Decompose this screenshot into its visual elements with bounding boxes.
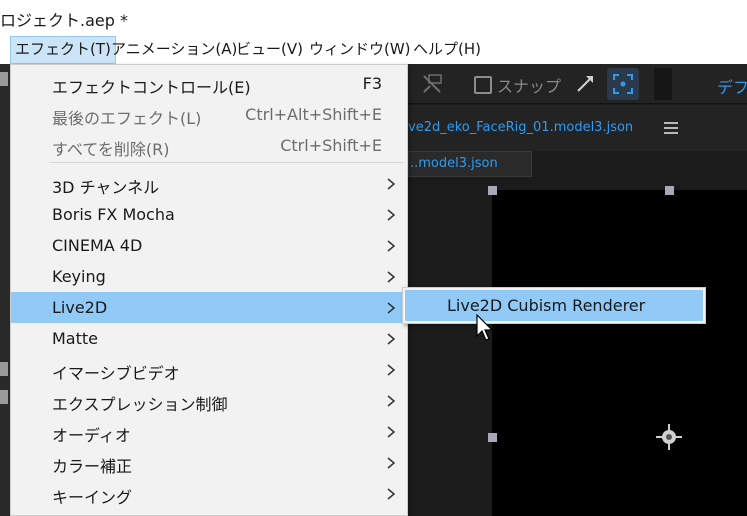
menu-item-boris-fx-mocha[interactable]: Boris FX Mocha <box>11 199 407 230</box>
menu-item-keying-jp[interactable]: キーイング <box>11 478 407 509</box>
chevron-right-icon <box>387 333 396 345</box>
submenu-item-label: Live2D Cubism Renderer <box>447 296 646 315</box>
menu-item-shortcut: Ctrl+Shift+E <box>280 136 382 155</box>
menu-item-last-effect[interactable]: 最後のエフェクト(L) Ctrl+Alt+Shift+E <box>11 99 407 130</box>
hamburger-menu-icon[interactable] <box>664 122 678 134</box>
menu-item-label: エクスプレッション制御 <box>52 395 228 414</box>
snap-label: スナップ <box>497 77 562 96</box>
chevron-right-icon <box>387 209 396 221</box>
layer-handle-top-left[interactable] <box>488 186 497 195</box>
left-edge-marker <box>0 72 8 86</box>
live2d-submenu: Live2D Cubism Renderer <box>402 287 706 324</box>
menu-effect[interactable]: エフェクト(T) <box>10 36 116 64</box>
effect-menu-dropdown: エフェクトコントロール(E) F3 最後のエフェクト(L) Ctrl+Alt+S… <box>10 64 408 516</box>
menu-bar: エフェクト(T) アニメーション(A) ビュー(V) ウィンドウ(W) ヘルプ(… <box>0 36 747 64</box>
snap-features-button[interactable] <box>607 68 639 100</box>
menu-item-label: Live2D <box>52 298 108 317</box>
layer-handle-top-middle[interactable] <box>665 186 674 195</box>
menu-item-shortcut: Ctrl+Alt+Shift+E <box>245 105 382 124</box>
menu-item-keying[interactable]: Keying <box>11 261 407 292</box>
composition-viewer[interactable] <box>492 190 747 516</box>
menu-item-color-correction[interactable]: カラー補正 <box>11 447 407 478</box>
menu-item-label: エフェクトコントロール(E) <box>52 78 251 97</box>
title-bar: ロジェクト.aep * <box>0 0 747 36</box>
snap-edge-icon[interactable] <box>575 72 597 94</box>
menu-help[interactable]: ヘルプ(H) <box>409 36 485 64</box>
menu-item-label: イマーシブビデオ <box>52 364 180 383</box>
anchor-point-icon[interactable] <box>655 423 683 451</box>
menu-item-label: すべてを削除(R) <box>52 140 170 159</box>
toolbar-separator <box>654 68 672 100</box>
menu-item-shortcut: F3 <box>362 74 382 93</box>
chevron-right-icon <box>387 488 396 500</box>
workspace-default-label[interactable]: デフ <box>717 74 747 98</box>
mouse-pointer-icon <box>476 314 494 341</box>
menu-item-label: オーディオ <box>52 426 131 445</box>
chevron-right-icon <box>387 457 396 469</box>
chevron-right-icon <box>387 302 396 314</box>
roto-brush-icon[interactable] <box>420 72 444 96</box>
menu-item-expression-controls[interactable]: エクスプレッション制御 <box>11 385 407 416</box>
menu-item-live2d[interactable]: Live2D <box>11 292 407 323</box>
menu-item-label: Keying <box>52 267 106 286</box>
menu-item-label: キーイング <box>52 488 133 507</box>
menu-item-cinema-4d[interactable]: CINEMA 4D <box>11 230 407 261</box>
menu-item-label: カラー補正 <box>52 457 133 476</box>
focus-frame-icon <box>613 74 633 94</box>
menu-separator <box>49 162 404 163</box>
menu-animation[interactable]: アニメーション(A) <box>107 36 241 64</box>
menu-item-matte[interactable]: Matte <box>11 323 407 354</box>
snap-checkbox[interactable] <box>474 76 492 94</box>
composition-sub-tab-label: ..model3.json <box>410 156 498 171</box>
left-panel-edge <box>0 64 10 516</box>
chevron-right-icon <box>387 271 396 283</box>
menu-item-3d-channel[interactable]: 3D チャンネル <box>11 168 407 199</box>
chevron-right-icon <box>387 395 396 407</box>
menu-item-effect-controls[interactable]: エフェクトコントロール(E) F3 <box>11 68 407 99</box>
chevron-right-icon <box>387 426 396 438</box>
menu-item-label: Matte <box>52 329 98 348</box>
chevron-right-icon <box>387 178 396 190</box>
menu-window[interactable]: ウィンドウ(W) <box>305 36 415 64</box>
left-edge-marker <box>0 390 8 404</box>
window-title: ロジェクト.aep * <box>0 11 128 30</box>
viewer-pasteboard <box>408 185 492 516</box>
left-edge-marker <box>0 362 8 376</box>
menu-item-immersive-video[interactable]: イマーシブビデオ <box>11 354 407 385</box>
menu-item-label: 3D チャンネル <box>52 178 160 197</box>
chevron-right-icon <box>387 240 396 252</box>
menu-item-remove-all[interactable]: すべてを削除(R) Ctrl+Shift+E <box>11 130 407 161</box>
menu-view[interactable]: ビュー(V) <box>232 36 307 64</box>
chevron-right-icon <box>387 364 396 376</box>
menu-item-label: 最後のエフェクト(L) <box>52 109 202 128</box>
menu-item-label: Boris FX Mocha <box>52 205 175 224</box>
layer-handle-middle-left[interactable] <box>488 433 497 442</box>
composition-tab-title[interactable]: ve2d_eko_FaceRig_01.model3.json <box>408 120 633 135</box>
menu-item-audio[interactable]: オーディオ <box>11 416 407 447</box>
menu-item-live2d-cubism-renderer[interactable]: Live2D Cubism Renderer <box>405 290 703 321</box>
menu-item-label: CINEMA 4D <box>52 236 143 255</box>
